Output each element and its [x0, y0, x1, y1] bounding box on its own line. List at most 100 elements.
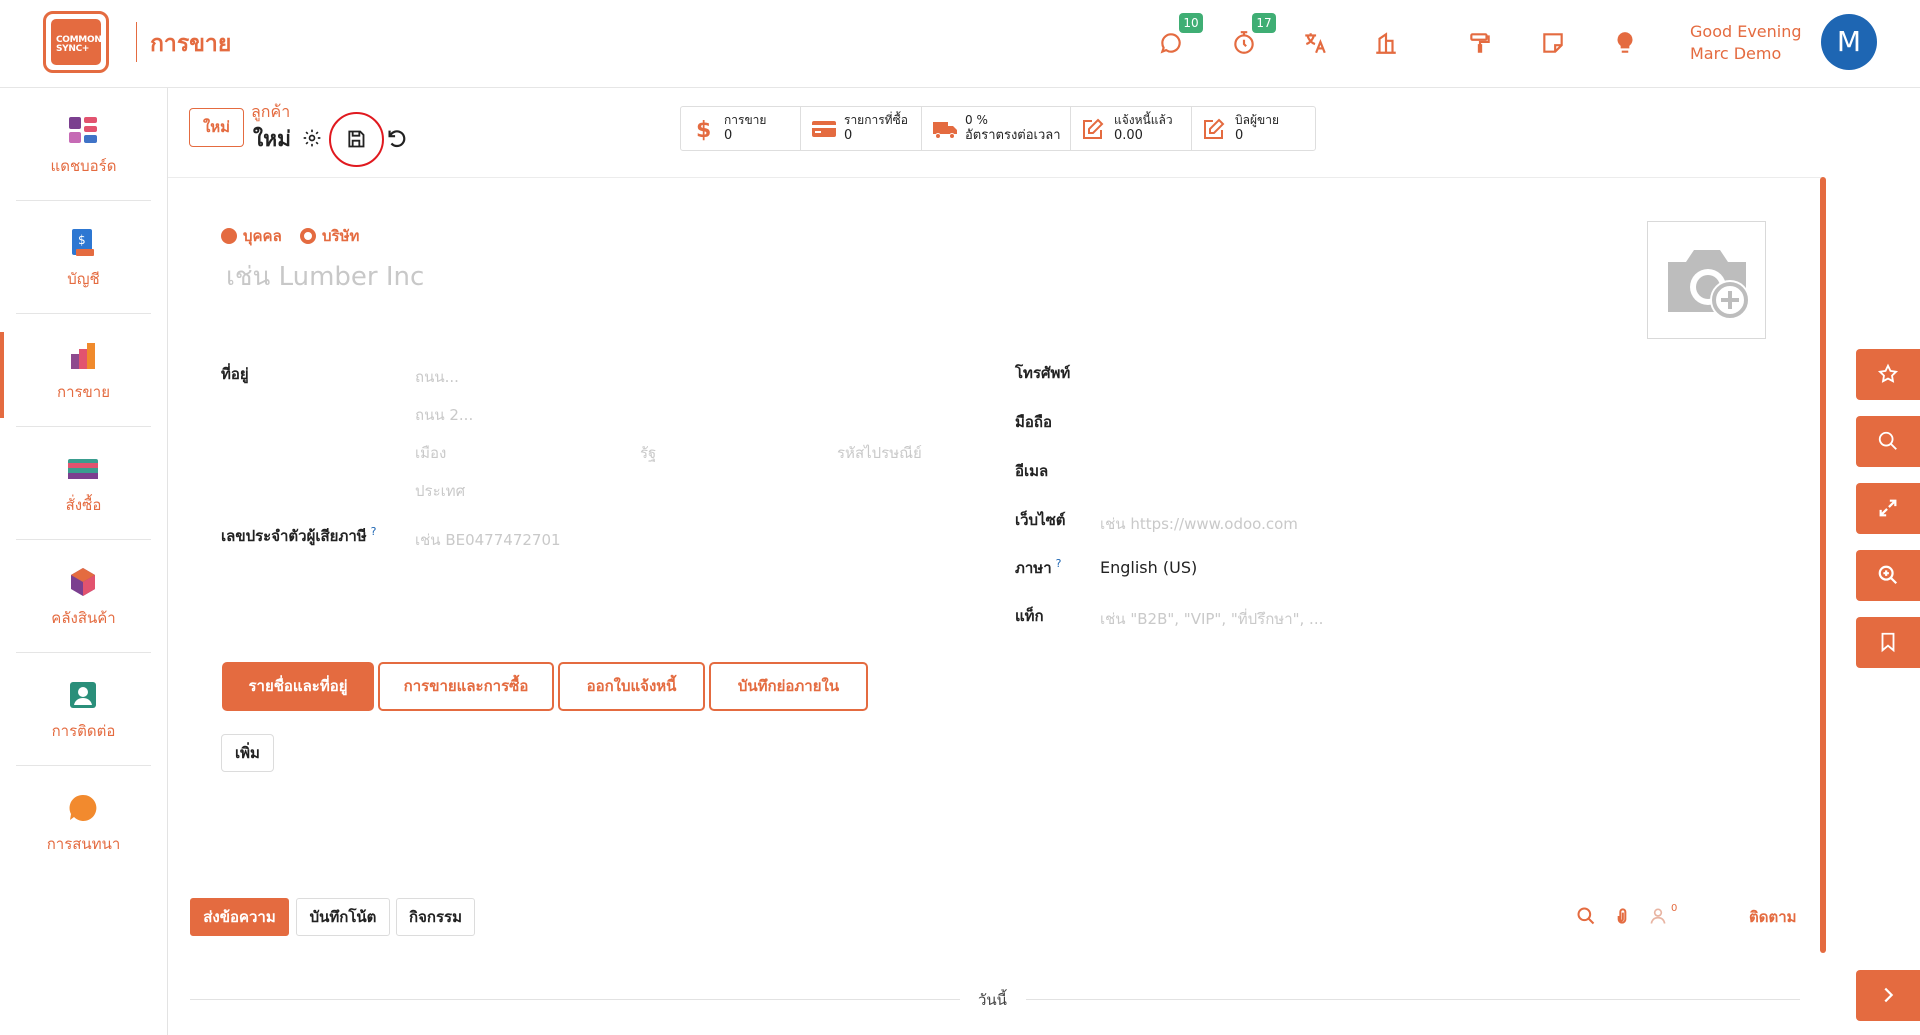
control-panel-divider	[168, 177, 1823, 178]
sidebar-item-inventory[interactable]: คลังสินค้า	[16, 540, 151, 653]
sidebar-item-accounting[interactable]: $ บัญชี	[16, 201, 151, 314]
sidebar-active-indicator	[0, 332, 4, 418]
camera-plus-icon	[1668, 250, 1750, 320]
paperclip-icon[interactable]	[1612, 906, 1634, 928]
stat-sales[interactable]: $ การขาย 0	[681, 107, 801, 150]
fullscreen-button[interactable]	[1856, 483, 1920, 534]
star-icon	[1877, 363, 1899, 383]
search-icon	[1878, 431, 1897, 450]
stat-vendor-bills[interactable]: บิลผู้ขาย 0	[1192, 107, 1315, 150]
radio-company[interactable]: บริษัท	[300, 224, 359, 248]
sidebar-item-label: การสนทนา	[46, 835, 121, 853]
contact-icon	[67, 679, 99, 711]
messages-badge: 10	[1179, 13, 1203, 33]
gear-icon[interactable]	[302, 128, 322, 148]
vat-input[interactable]: เช่น BE0477472701	[415, 528, 561, 552]
mobile-label: มือถือ	[1015, 413, 1052, 431]
street2-input[interactable]: ถนน 2...	[415, 403, 473, 427]
sidebar-item-discuss[interactable]: การสนทนา	[16, 766, 151, 879]
tab-contacts-addresses[interactable]: รายชื่อและที่อยู่	[222, 662, 374, 711]
image-upload[interactable]	[1647, 221, 1766, 339]
dashboard-icon	[67, 114, 99, 146]
website-input[interactable]: เช่น https://www.odoo.com	[1100, 512, 1298, 536]
tab-invoicing[interactable]: ออกใบแจ้งหนี้	[558, 662, 705, 711]
stat-value: 0	[724, 128, 733, 143]
building-icon[interactable]	[1373, 30, 1401, 58]
chat-bubble-icon	[67, 792, 99, 824]
sidebar-item-purchase[interactable]: สั่งซื้อ	[16, 427, 151, 540]
favorite-button[interactable]	[1856, 349, 1920, 400]
bookmark-button[interactable]	[1856, 617, 1920, 668]
language-select[interactable]: English (US)	[1100, 558, 1197, 577]
tags-input[interactable]: เช่น "B2B", "VIP", "ที่ปรึกษา", ...	[1100, 607, 1323, 631]
dollar-icon: $	[691, 117, 715, 141]
tags-label: แท็ก	[1015, 607, 1044, 625]
stopwatch-icon[interactable]	[1231, 30, 1259, 58]
sales-chart-icon	[67, 340, 99, 372]
radio-dot-selected	[221, 228, 237, 244]
search-button[interactable]	[1856, 416, 1920, 467]
zoom-in-icon	[1878, 565, 1898, 585]
sidebar: แดชบอร์ด $ บัญชี การขาย สั่งซื้อ คลังสิน…	[0, 88, 168, 1035]
user-name: Marc Demo	[1690, 44, 1782, 63]
sidebar-item-label: สั่งซื้อ	[65, 496, 102, 514]
chevron-right-icon	[1884, 987, 1894, 1003]
lightbulb-icon[interactable]	[1612, 30, 1640, 58]
save-icon[interactable]	[346, 129, 366, 149]
truck-icon	[932, 117, 957, 141]
sidebar-item-contacts[interactable]: การติดต่อ	[16, 653, 151, 766]
zoom-button[interactable]	[1856, 550, 1920, 601]
stat-label: แจ้งหนี้แล้ว	[1114, 113, 1173, 127]
radio-dot	[300, 228, 316, 244]
sidebar-item-label: การติดต่อ	[51, 722, 116, 740]
street-input[interactable]: ถนน...	[415, 365, 459, 389]
city-input[interactable]: เมือง	[415, 441, 446, 465]
tab-internal-notes[interactable]: บันทึกย่อภายใน	[709, 662, 868, 711]
send-message-button[interactable]: ส่งข้อความ	[190, 898, 289, 936]
new-button[interactable]: ใหม่	[189, 108, 244, 147]
edit-icon	[1202, 117, 1226, 141]
edit-icon	[1081, 117, 1105, 141]
state-input[interactable]: รัฐ	[640, 441, 656, 465]
stat-ontime[interactable]: 0 % อัตราตรงต่อเวลา	[922, 107, 1071, 150]
country-input[interactable]: ประเทศ	[415, 479, 465, 503]
radio-person[interactable]: บุคคล	[221, 224, 282, 248]
stat-value: 0	[844, 128, 853, 143]
language-label: ภาษา?	[1015, 556, 1061, 580]
language-label-text: ภาษา	[1015, 559, 1052, 577]
bookmark-icon	[1881, 632, 1895, 653]
paint-roller-icon[interactable]	[1467, 30, 1495, 58]
app-logo[interactable]: COMMON SYNC+	[43, 11, 109, 73]
search-icon[interactable]	[1576, 906, 1598, 928]
add-contact-button[interactable]: เพิ่ม	[221, 734, 274, 772]
activity-button[interactable]: กิจกรรม	[396, 898, 475, 936]
breadcrumb-parent[interactable]: ลูกค้า	[251, 100, 290, 125]
followers-icon[interactable]	[1648, 906, 1670, 928]
expand-panel-button[interactable]	[1856, 970, 1920, 1021]
radio-company-label: บริษัท	[322, 227, 360, 245]
follow-button[interactable]: ติดตาม	[1749, 905, 1797, 929]
zip-input[interactable]: รหัสไปรษณีย์	[837, 441, 922, 465]
stat-label: รายการที่ซื้อ	[844, 113, 908, 127]
language-help-icon[interactable]: ?	[1056, 557, 1062, 570]
stat-purchases[interactable]: รายการที่ซื้อ 0	[801, 107, 922, 150]
credit-card-icon	[811, 117, 836, 141]
stat-invoiced[interactable]: แจ้งหนี้แล้ว 0.00	[1071, 107, 1192, 150]
radio-person-label: บุคคล	[243, 227, 282, 245]
chat-icon[interactable]	[1158, 30, 1186, 58]
sticky-note-icon[interactable]	[1540, 30, 1568, 58]
sidebar-item-sales[interactable]: การขาย	[16, 314, 151, 427]
phone-label: โทรศัพท์	[1015, 364, 1071, 382]
discard-icon[interactable]	[385, 127, 407, 149]
name-input[interactable]: เช่น Lumber Inc	[226, 256, 424, 297]
vat-help-icon[interactable]: ?	[371, 525, 377, 538]
user-avatar[interactable]: M	[1821, 14, 1877, 70]
expand-icon	[1879, 499, 1897, 517]
address-label: ที่อยู่	[221, 365, 249, 383]
vertical-scrollbar[interactable]	[1820, 177, 1826, 953]
translate-icon[interactable]	[1302, 30, 1330, 58]
log-note-button[interactable]: บันทึกโน้ต	[296, 898, 390, 936]
activities-badge: 17	[1252, 13, 1276, 33]
sidebar-item-dashboard[interactable]: แดชบอร์ด	[16, 88, 151, 201]
tab-sales-purchase[interactable]: การขายและการซื้อ	[378, 662, 554, 711]
